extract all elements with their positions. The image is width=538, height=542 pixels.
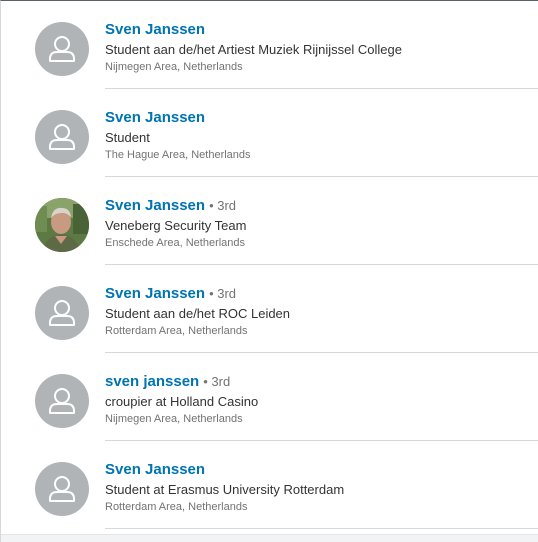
profile-name-link[interactable]: Sven Janssen [105,461,205,478]
degree-label: 3rd [211,374,231,389]
search-results-panel: Sven Janssen Student aan de/het Artiest M… [0,0,538,542]
result-info: Sven Janssen Student at Erasmus Universit… [105,460,533,515]
connection-degree: • 3rd [209,286,236,301]
placeholder-person-icon[interactable] [35,22,89,76]
result-info: Sven Janssen • 3rd Veneberg Security Team E… [105,196,533,251]
profile-name-link[interactable]: Sven Janssen [105,21,205,38]
row-divider [105,528,538,529]
profile-name-link[interactable]: Sven Janssen [105,197,205,214]
profile-headline: croupier at Holland Casino [105,394,259,409]
profile-location: Nijmegen Area, Netherlands [105,61,243,73]
profile-name-link[interactable]: sven janssen [105,373,199,390]
panel-bottom-edge [1,534,538,542]
profile-location: Enschede Area, Netherlands [105,237,246,249]
placeholder-person-icon[interactable] [35,286,89,340]
profile-photo[interactable] [35,198,89,252]
profile-location: Rotterdam Area, Netherlands [105,501,248,513]
result-info: Sven Janssen Student aan de/het Artiest M… [105,20,533,75]
placeholder-person-icon[interactable] [35,462,89,516]
result-info: sven janssen • 3rd croupier at Holland Cas… [105,372,533,427]
result-info: Sven Janssen • 3rd Student aan de/het ROC … [105,284,533,339]
profile-name-link[interactable]: Sven Janssen [105,285,205,302]
degree-label: 3rd [217,286,237,301]
degree-bullet: • [209,286,218,301]
result-row[interactable]: Sven Janssen • 3rd Student aan de/het ROC … [1,265,538,353]
profile-headline: Student at Erasmus University Rotterdam [105,482,345,497]
result-info: Sven Janssen Student The Hague Area, Nethe… [105,108,533,163]
connection-degree: • 3rd [209,198,236,213]
placeholder-person-icon[interactable] [35,110,89,164]
name-line: Sven Janssen • 3rd [105,284,533,304]
profile-location: Rotterdam Area, Netherlands [105,325,248,337]
name-line: Sven Janssen [105,108,533,128]
name-line: Sven Janssen • 3rd [105,196,533,216]
name-line: Sven Janssen [105,460,533,480]
profile-location: Nijmegen Area, Netherlands [105,413,243,425]
result-row[interactable]: Sven Janssen Student aan de/het Artiest M… [1,1,538,89]
results-list: Sven Janssen Student aan de/het Artiest M… [1,1,538,529]
connection-degree: • 3rd [203,374,230,389]
profile-headline: Student aan de/het ROC Leiden [105,306,291,321]
profile-headline: Veneberg Security Team [105,218,247,233]
name-line: Sven Janssen [105,20,533,40]
result-row[interactable]: Sven Janssen Student The Hague Area, Nethe… [1,89,538,177]
profile-headline: Student aan de/het Artiest Muziek Rijnij… [105,42,402,57]
profile-location: The Hague Area, Netherlands [105,149,251,161]
name-line: sven janssen • 3rd [105,372,533,392]
placeholder-person-icon[interactable] [35,374,89,428]
degree-bullet: • [209,198,218,213]
profile-headline: Student [105,130,150,145]
profile-name-link[interactable]: Sven Janssen [105,109,205,126]
degree-label: 3rd [217,198,237,213]
result-row[interactable]: Sven Janssen Student at Erasmus Universit… [1,441,538,529]
result-row[interactable]: sven janssen • 3rd croupier at Holland Cas… [1,353,538,441]
result-row[interactable]: Sven Janssen • 3rd Veneberg Security Team E… [1,177,538,265]
